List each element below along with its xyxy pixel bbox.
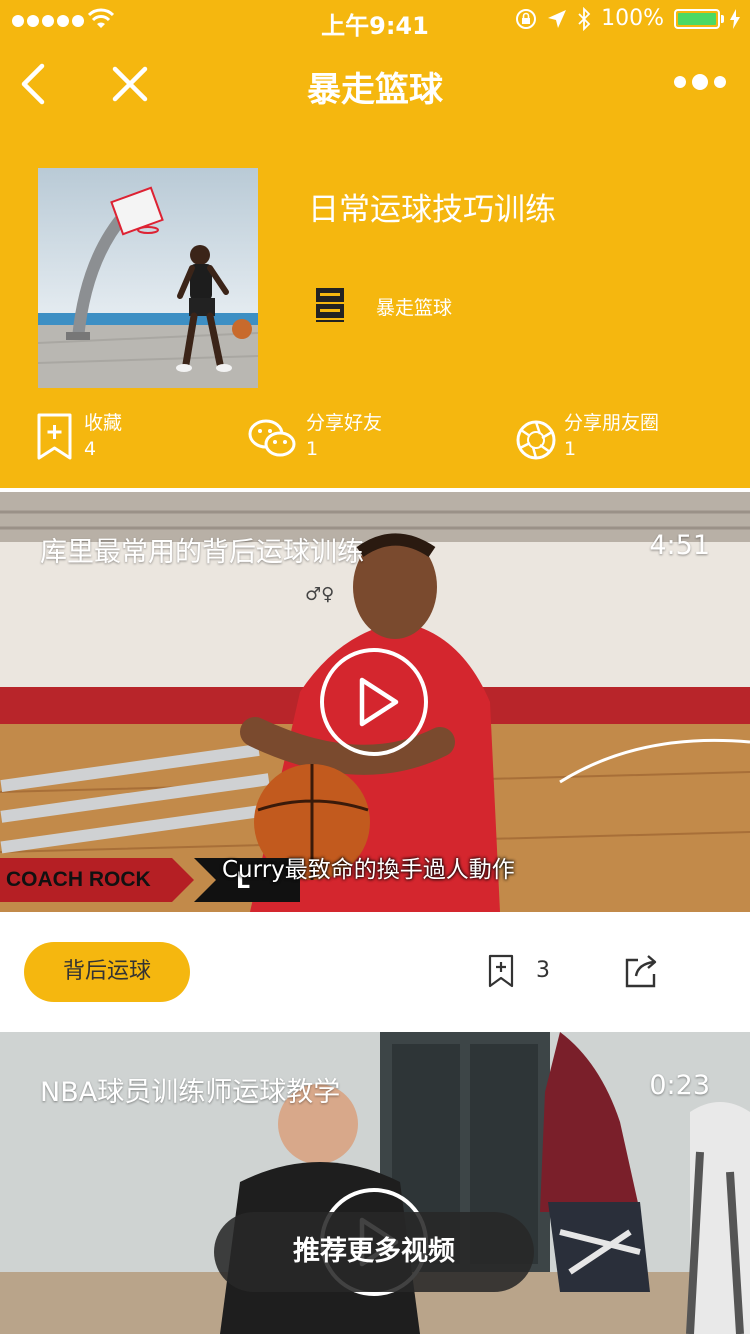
location-icon xyxy=(548,9,567,28)
video-title: NBA球员训练师运球教学 xyxy=(40,1077,341,1108)
video-duration: 0:23 xyxy=(649,1070,710,1101)
charging-icon xyxy=(730,8,740,29)
rotation-lock-icon xyxy=(516,8,537,29)
author-logo[interactable] xyxy=(312,284,348,324)
share-moments-label: 分享朋友圈 xyxy=(564,412,660,434)
album-header: 上午9:41 100% 暴走篮球 日常运球技巧训练 暴走篮球 收藏 4 分享好友… xyxy=(0,0,750,488)
video-tag-button[interactable]: 背后运球 xyxy=(24,942,190,1002)
wechat-icon xyxy=(248,419,296,457)
album-cover-image[interactable] xyxy=(38,168,258,388)
favorite-count: 4 xyxy=(84,438,97,460)
share-friends-count: 1 xyxy=(306,438,319,460)
author-name[interactable]: 暴走篮球 xyxy=(376,293,452,320)
bookmark-add-icon xyxy=(37,413,72,460)
album-actions: 收藏 4 分享好友 1 分享朋友圈 1 xyxy=(0,404,750,474)
video-meta-row: 背后运球 3 xyxy=(0,912,750,1032)
video-title: 库里最常用的背后运球训练 xyxy=(40,537,364,568)
more-options-icon[interactable] xyxy=(674,74,726,90)
favorite-label: 收藏 xyxy=(84,412,123,434)
bluetooth-icon xyxy=(578,6,591,31)
nav-bar: 暴走篮球 xyxy=(0,44,750,124)
album-title: 日常运球技巧训练 xyxy=(308,192,556,228)
channel-label: COACH ROCK xyxy=(6,868,151,891)
battery-percent: 100% xyxy=(601,6,664,31)
play-button-icon[interactable] xyxy=(320,648,428,756)
video-duration: 4:51 xyxy=(649,530,710,561)
bookmark-add-icon[interactable] xyxy=(488,954,514,988)
video-card-1[interactable]: ♂♀ 库里最常用的背后运球训练 4:51 xyxy=(0,492,750,912)
bookmark-count: 3 xyxy=(536,958,550,983)
battery-icon xyxy=(674,8,724,29)
page-title: 暴走篮球 xyxy=(307,70,443,110)
share-friends-label: 分享好友 xyxy=(306,412,383,434)
status-bar: 上午9:41 100% xyxy=(0,0,750,40)
share-moments-count: 1 xyxy=(564,438,577,460)
video-subtitle: Curry最致命的換手過人動作 xyxy=(222,857,515,883)
moments-icon xyxy=(516,420,556,460)
recommend-more-videos-button[interactable]: 推荐更多视频 xyxy=(214,1212,534,1292)
share-icon[interactable] xyxy=(624,952,660,988)
svg-text:♂♀: ♂♀ xyxy=(305,584,334,605)
